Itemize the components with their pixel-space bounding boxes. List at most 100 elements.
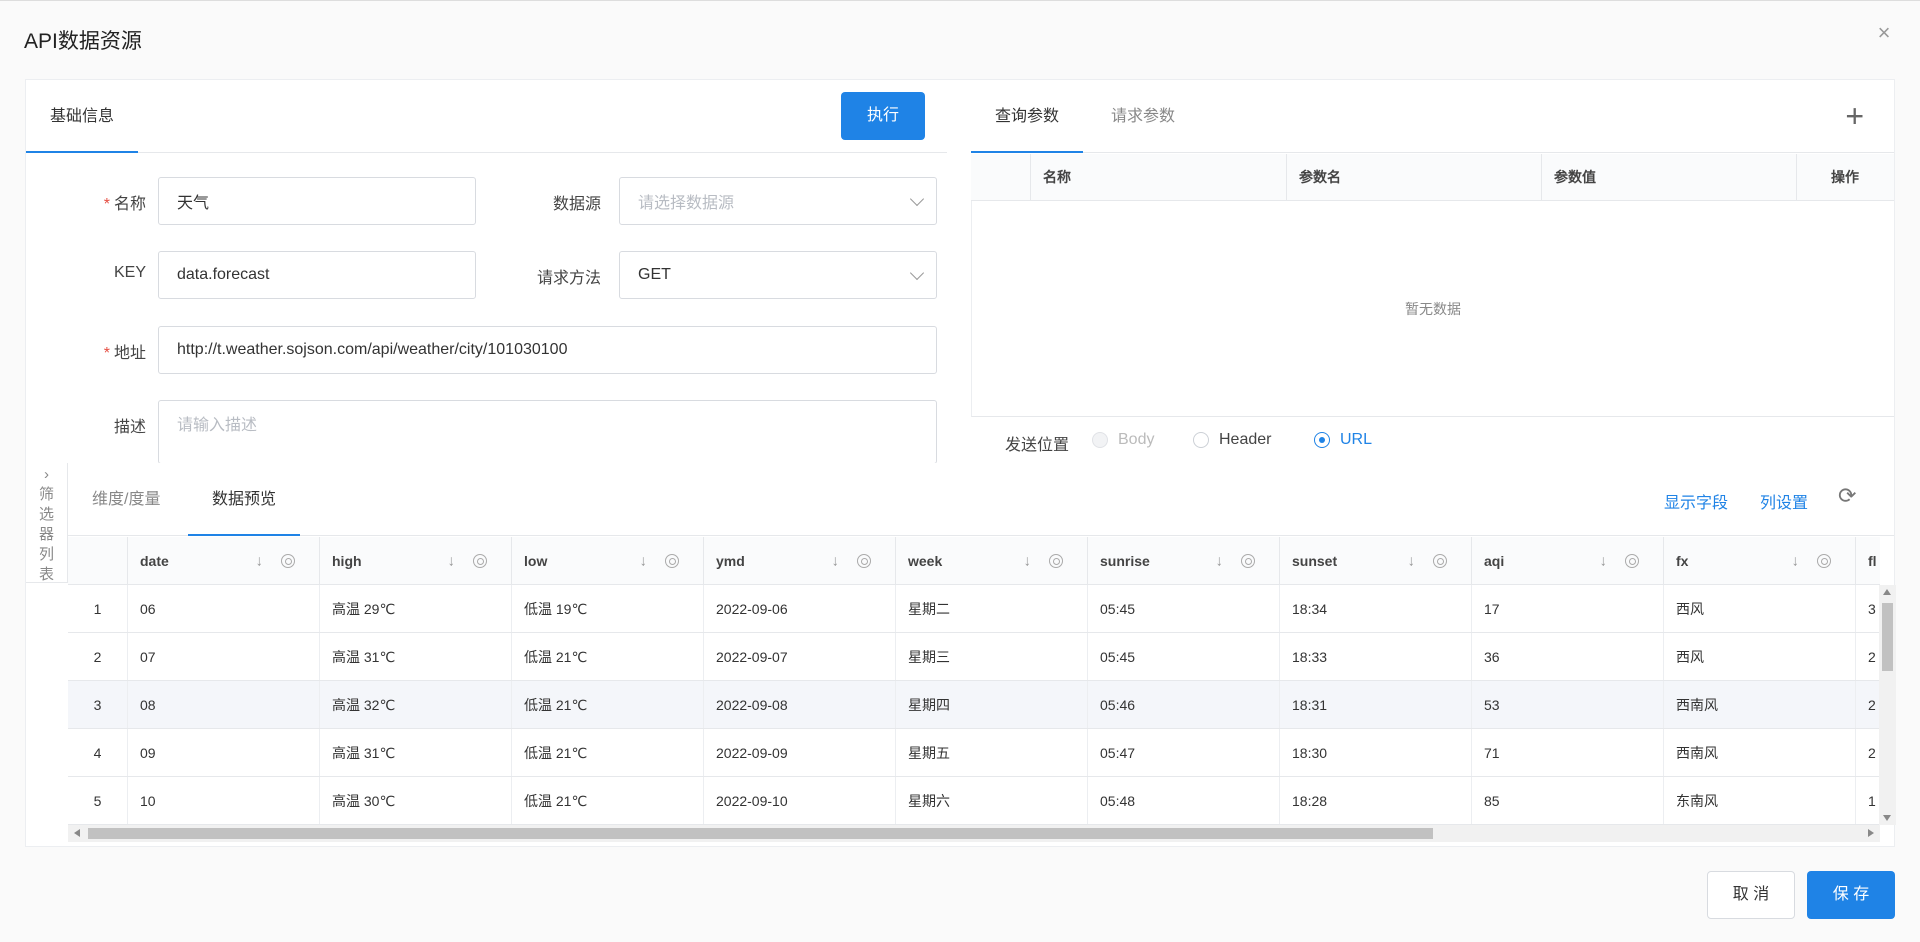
execute-button[interactable]: 执行	[841, 92, 925, 140]
column-settings-link[interactable]: 列设置	[1760, 489, 1808, 513]
scroll-up-icon[interactable]	[1883, 589, 1891, 595]
url-label: * 地址	[103, 345, 146, 362]
close-icon[interactable]: ×	[1874, 22, 1894, 44]
table-cell: 西风	[1664, 585, 1856, 632]
table-cell: 06	[128, 585, 320, 632]
sort-arrow-icon[interactable]: ↓	[832, 552, 840, 569]
table-cell: 2	[1856, 681, 1880, 728]
table-cell: 05:47	[1088, 729, 1280, 776]
table-cell: 星期四	[896, 681, 1088, 728]
params-empty-text: 暂无数据	[1405, 300, 1461, 317]
add-param-icon[interactable]: +	[1845, 98, 1864, 135]
gear-icon[interactable]	[857, 553, 871, 568]
table-cell: 2	[68, 633, 128, 680]
vertical-scroll-thumb[interactable]	[1882, 603, 1893, 671]
scroll-down-icon[interactable]	[1883, 815, 1891, 821]
table-cell: 西南风	[1664, 681, 1856, 728]
params-col-param-name: 参数名	[1287, 154, 1542, 200]
table-cell: 5	[68, 777, 128, 824]
tab-basic-info[interactable]: 基础信息	[26, 80, 139, 153]
gear-icon[interactable]	[1241, 553, 1255, 568]
sort-arrow-icon[interactable]: ↓	[1408, 552, 1416, 569]
sort-arrow-icon[interactable]: ↓	[448, 552, 456, 569]
horizontal-scroll-thumb[interactable]	[88, 828, 1433, 839]
params-col-name: 名称	[1031, 154, 1287, 200]
dialog-title: API数据资源	[24, 30, 142, 53]
filter-sidebar-toggle[interactable]: › 筛 选 器 列 表	[26, 463, 68, 583]
table-cell: 71	[1472, 729, 1664, 776]
table-row[interactable]: 1 06 高温 29℃ 低温 19℃ 2022-09-06 星期二 05:45 18:34 17…	[68, 585, 1880, 633]
gear-icon[interactable]	[281, 553, 295, 568]
method-select[interactable]: GET	[619, 251, 937, 299]
refresh-icon[interactable]: ⟳	[1838, 483, 1856, 509]
desc-textarea[interactable]: 请输入描述	[158, 400, 937, 464]
table-cell: 08	[128, 681, 320, 728]
radio-dot	[1193, 432, 1209, 448]
table-cell: 东南风	[1664, 777, 1856, 824]
preview-card: › 筛 选 器 列 表 维度/度量 数据预览 显示字段 列设置 ⟳ date ↓ …	[25, 463, 1896, 847]
send-radio-header[interactable]: Header	[1193, 431, 1271, 449]
sort-arrow-icon[interactable]: ↓	[1600, 552, 1608, 569]
gear-icon[interactable]	[473, 553, 487, 568]
save-button[interactable]: 保 存	[1807, 871, 1895, 919]
table-cell: 36	[1472, 633, 1664, 680]
table-cell: 05:48	[1088, 777, 1280, 824]
scroll-right-icon[interactable]	[1868, 829, 1874, 837]
col-sunset: sunset ↓	[1280, 537, 1472, 584]
datasource-select[interactable]: 请选择数据源	[619, 177, 937, 225]
tab-query-params[interactable]: 查询参数	[971, 80, 1084, 153]
send-position-label: 发送位置	[1005, 437, 1070, 454]
table-cell: 高温 32℃	[320, 681, 512, 728]
name-input[interactable]: 天气	[158, 177, 476, 225]
gear-icon[interactable]	[1625, 553, 1639, 568]
table-cell: 星期三	[896, 633, 1088, 680]
table-cell: 低温 19℃	[512, 585, 704, 632]
table-cell: 2	[1856, 729, 1880, 776]
send-radio-url[interactable]: URL	[1314, 431, 1372, 449]
table-cell: 2022-09-07	[704, 633, 896, 680]
table-cell: 18:34	[1280, 585, 1472, 632]
table-cell: 05:45	[1088, 633, 1280, 680]
table-cell: 4	[68, 729, 128, 776]
key-input[interactable]: data.forecast	[158, 251, 476, 299]
table-row[interactable]: 2 07 高温 31℃ 低温 21℃ 2022-09-07 星期三 05:45 18:33 36…	[68, 633, 1880, 681]
sort-arrow-icon[interactable]: ↓	[1216, 552, 1224, 569]
params-card: 查询参数 请求参数 + 名称 参数名 参数值 操作 暂无数据 发送位置 Body…	[947, 79, 1895, 469]
send-radio-body[interactable]: Body	[1092, 431, 1154, 449]
params-col-check	[971, 154, 1031, 200]
sort-arrow-icon[interactable]: ↓	[1024, 552, 1032, 569]
horizontal-scrollbar[interactable]	[68, 825, 1880, 842]
gear-icon[interactable]	[1433, 553, 1447, 568]
gear-icon[interactable]	[1817, 553, 1831, 568]
scroll-left-icon[interactable]	[74, 829, 80, 837]
tab-dimension-measure[interactable]: 维度/度量	[68, 463, 184, 536]
table-cell: 85	[1472, 777, 1664, 824]
preview-table-header: date ↓ high ↓ low ↓ ymd ↓ week ↓ sunrise ↓ sun…	[68, 537, 1880, 585]
params-col-param-value: 参数值	[1542, 154, 1797, 200]
cancel-button[interactable]: 取 消	[1707, 871, 1795, 919]
table-cell: 2022-09-09	[704, 729, 896, 776]
table-row[interactable]: 3 08 高温 32℃ 低温 21℃ 2022-09-08 星期四 05:46 18:31 53…	[68, 681, 1880, 729]
table-cell: 10	[128, 777, 320, 824]
params-table-body: 暂无数据	[971, 201, 1894, 417]
vertical-scrollbar[interactable]	[1879, 585, 1896, 825]
col-week: week ↓	[896, 537, 1088, 584]
table-cell: 低温 21℃	[512, 681, 704, 728]
tab-request-params[interactable]: 请求参数	[1087, 80, 1199, 153]
gear-icon[interactable]	[1049, 553, 1063, 568]
table-row[interactable]: 5 10 高温 30℃ 低温 21℃ 2022-09-10 星期六 05:48 18:28 85…	[68, 777, 1880, 825]
table-cell: 18:33	[1280, 633, 1472, 680]
sort-arrow-icon[interactable]: ↓	[640, 552, 648, 569]
tab-data-preview[interactable]: 数据预览	[188, 463, 301, 536]
gear-icon[interactable]	[665, 553, 679, 568]
table-cell: 低温 21℃	[512, 633, 704, 680]
sort-arrow-icon[interactable]: ↓	[256, 552, 264, 569]
api-data-resource-dialog: API数据资源 × 基础信息 执行 * 名称 天气 数据源 请选择数据源 KEY …	[0, 0, 1920, 942]
col-date: date ↓	[128, 537, 320, 584]
table-cell: 2	[1856, 633, 1880, 680]
table-row[interactable]: 4 09 高温 31℃ 低温 21℃ 2022-09-09 星期五 05:47 18:30 71…	[68, 729, 1880, 777]
show-fields-link[interactable]: 显示字段	[1664, 489, 1728, 513]
sort-arrow-icon[interactable]: ↓	[1792, 552, 1800, 569]
url-input[interactable]: http://t.weather.sojson.com/api/weather/…	[158, 326, 937, 374]
table-cell: 05:46	[1088, 681, 1280, 728]
